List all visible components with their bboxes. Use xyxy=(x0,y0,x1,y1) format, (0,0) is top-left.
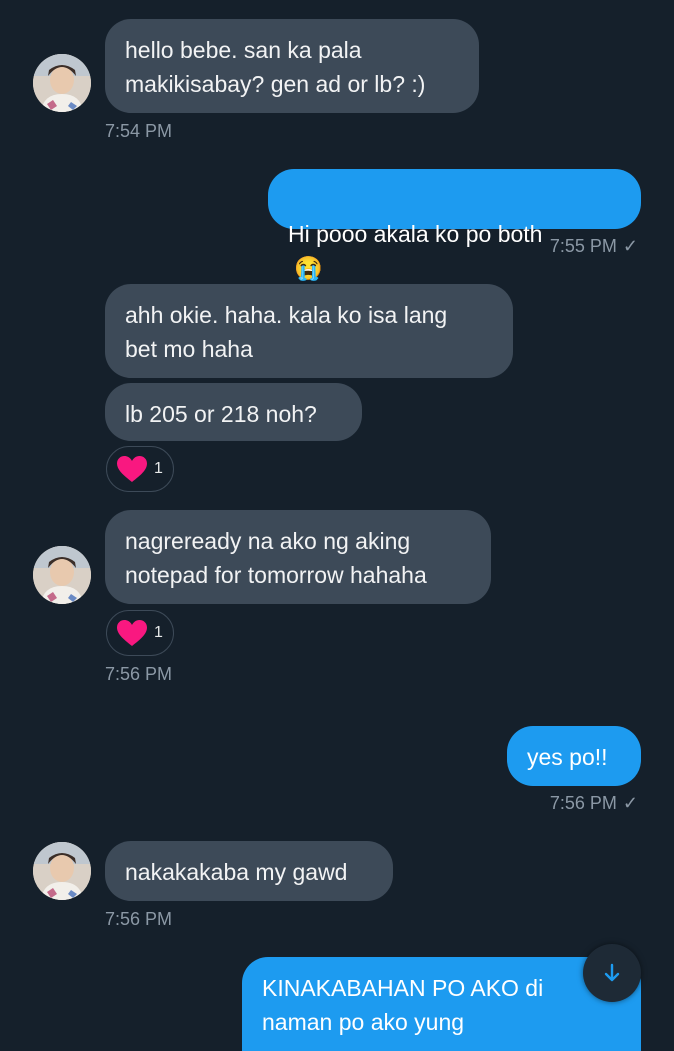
heart-icon xyxy=(117,620,147,646)
message-bubble[interactable]: hello bebe. san ka pala makikisabay? gen… xyxy=(105,19,479,113)
timestamp: 7:56 PM xyxy=(549,793,617,813)
avatar-image xyxy=(33,54,91,112)
heart-icon xyxy=(117,456,147,482)
message-bubble[interactable]: nakakakaba my gawd xyxy=(105,841,393,901)
message-bubble[interactable]: ahh okie. haha. kala ko isa lang bet mo … xyxy=(105,284,513,378)
reaction-badge[interactable]: 1 xyxy=(106,446,174,492)
avatar-image xyxy=(33,842,91,900)
avatar[interactable] xyxy=(33,54,91,112)
check-icon: ✓ xyxy=(622,236,638,256)
timestamp: 7:54 PM xyxy=(105,121,173,141)
message-bubble[interactable]: KINAKABAHAN PO AKO di naman po ako yung xyxy=(242,957,641,1051)
message-bubble[interactable]: Hi pooo akala ko po both 😭 xyxy=(268,169,641,281)
avatar[interactable] xyxy=(33,546,91,604)
timestamp: 7:56 PM xyxy=(105,909,173,929)
arrow-down-icon xyxy=(604,963,620,982)
avatar[interactable] xyxy=(33,842,91,900)
reaction-count: 1 xyxy=(154,624,163,641)
message-text: Hi pooo akala ko po both xyxy=(288,221,543,247)
message-bubble[interactable]: lb 205 or 218 noh? xyxy=(105,383,362,441)
reaction-count: 1 xyxy=(154,460,163,477)
reaction-badge[interactable]: 1 xyxy=(106,610,174,656)
check-icon: ✓ xyxy=(622,793,638,813)
timestamp-row: 7:56 PM ✓ xyxy=(550,793,638,814)
timestamp: 7:55 PM xyxy=(549,236,617,256)
scroll-to-bottom-button[interactable] xyxy=(583,944,641,1002)
message-bubble[interactable]: yes po!! xyxy=(507,726,641,786)
avatar-image xyxy=(33,546,91,604)
message-bubble[interactable]: nagreready na ako ng aking notepad for t… xyxy=(105,510,491,604)
loudly-crying-emoji: 😭 xyxy=(294,255,323,281)
timestamp-row: 7:55 PM ✓ xyxy=(550,236,638,257)
timestamp: 7:56 PM xyxy=(105,664,173,684)
